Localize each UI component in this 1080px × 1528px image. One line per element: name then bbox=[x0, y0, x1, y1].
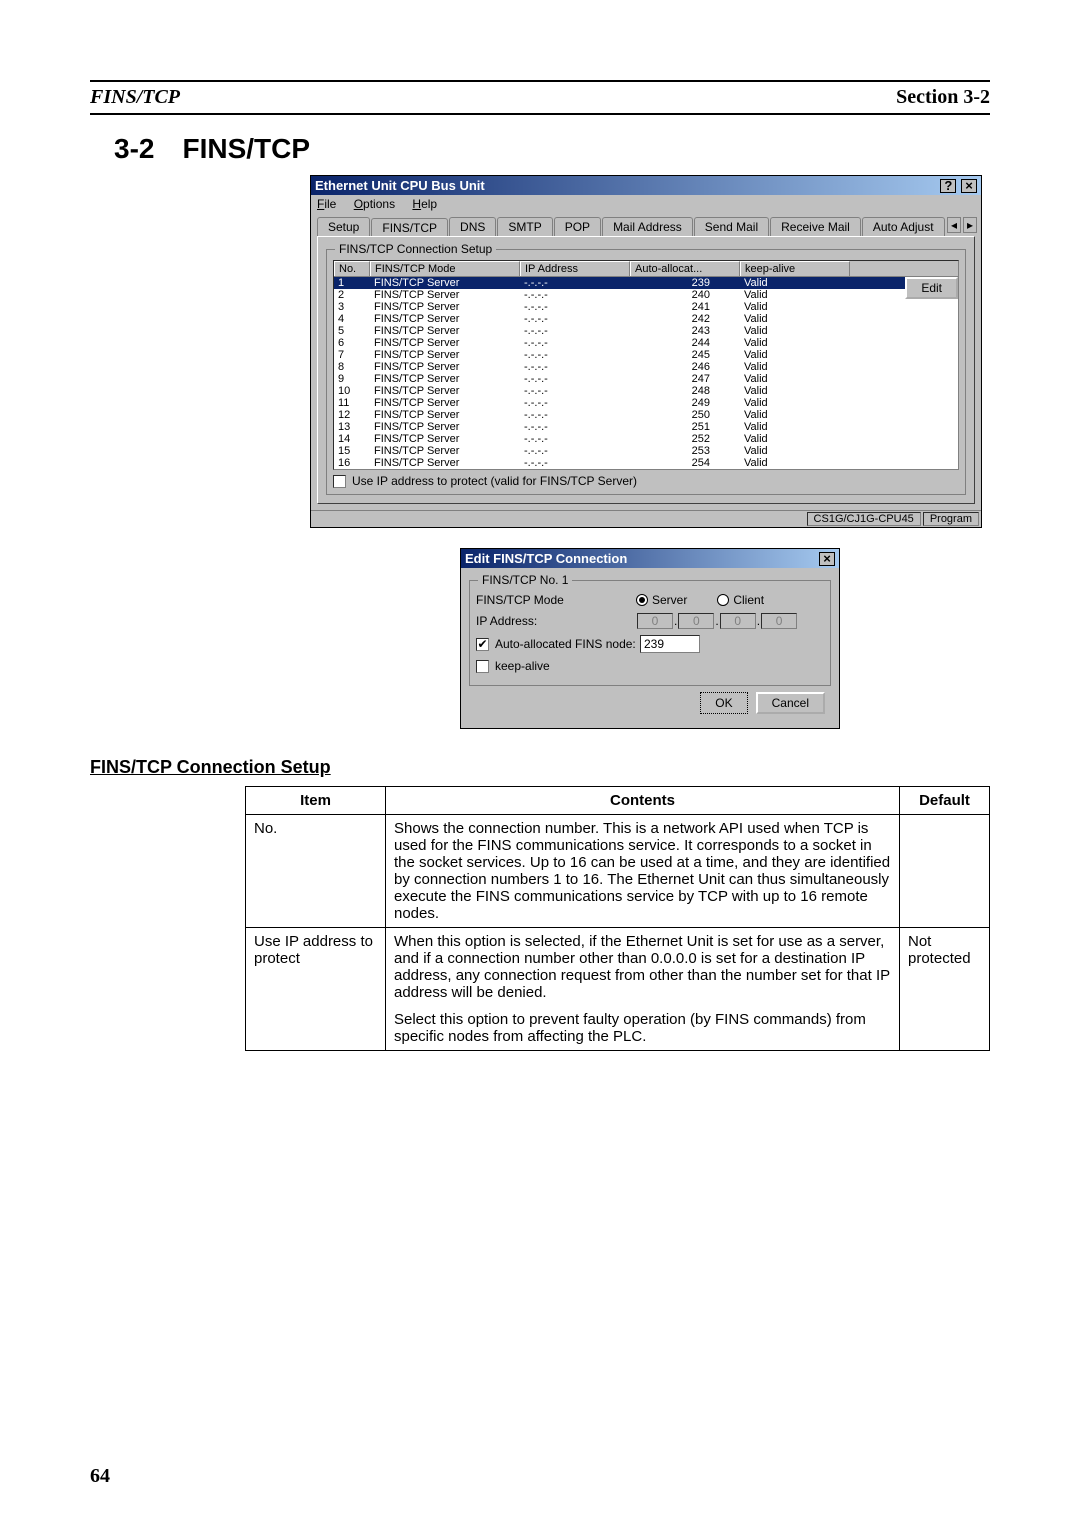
table-row[interactable]: 16FINS/TCP Server-.-.-.-254Valid bbox=[334, 457, 958, 469]
connection-list[interactable]: No. FINS/TCP Mode IP Address Auto-alloca… bbox=[333, 260, 959, 470]
status-mode: Program bbox=[923, 512, 979, 526]
cell-default: Not protected bbox=[900, 928, 990, 1051]
ip-label: IP Address: bbox=[476, 614, 636, 628]
table-row[interactable]: 7FINS/TCP Server-.-.-.-245Valid bbox=[334, 349, 958, 361]
table-row[interactable]: 10FINS/TCP Server-.-.-.-248Valid bbox=[334, 385, 958, 397]
table-row[interactable]: 6FINS/TCP Server-.-.-.-244Valid bbox=[334, 337, 958, 349]
table-row[interactable]: 2FINS/TCP Server-.-.-.-240Valid bbox=[334, 289, 958, 301]
header-rule-top bbox=[90, 80, 990, 82]
table-row[interactable]: 5FINS/TCP Server-.-.-.-243Valid bbox=[334, 325, 958, 337]
tab-send-mail[interactable]: Send Mail bbox=[694, 217, 769, 236]
auto-alloc-label: Auto-allocated FINS node: bbox=[495, 637, 640, 651]
th-item: Item bbox=[246, 787, 386, 815]
ethernet-unit-dialog: Ethernet Unit CPU Bus Unit ? × File Opti… bbox=[310, 175, 982, 528]
protect-checkbox-row[interactable]: Use IP address to protect (valid for FIN… bbox=[333, 474, 959, 488]
help-icon[interactable]: ? bbox=[940, 179, 956, 193]
auto-alloc-input[interactable] bbox=[640, 635, 700, 653]
edit-connection-dialog: Edit FINS/TCP Connection × FINS/TCP No. … bbox=[460, 548, 840, 729]
ip-seg-1[interactable]: 0 bbox=[637, 613, 673, 629]
table-row[interactable]: 12FINS/TCP Server-.-.-.-250Valid bbox=[334, 409, 958, 421]
client-label: Client bbox=[733, 593, 764, 607]
titlebar-buttons: ? × bbox=[939, 178, 977, 193]
ip-seg-3[interactable]: 0 bbox=[720, 613, 756, 629]
tab-pop[interactable]: POP bbox=[554, 217, 601, 236]
subsection-title: FINS/TCP Connection Setup bbox=[90, 757, 990, 778]
status-cpu: CS1G/CJ1G-CPU45 bbox=[807, 512, 921, 526]
close-icon[interactable]: × bbox=[819, 552, 835, 566]
server-label: Server bbox=[652, 593, 687, 607]
protect-label: Use IP address to protect (valid for FIN… bbox=[352, 474, 637, 488]
cell-default bbox=[900, 815, 990, 928]
header-right: Section 3-2 bbox=[896, 86, 990, 109]
table-row[interactable]: 8FINS/TCP Server-.-.-.-246Valid bbox=[334, 361, 958, 373]
dialog-title: Ethernet Unit CPU Bus Unit bbox=[315, 178, 485, 193]
table-row[interactable]: 15FINS/TCP Server-.-.-.-253Valid bbox=[334, 445, 958, 457]
server-radio[interactable] bbox=[636, 594, 648, 606]
col-no[interactable]: No. bbox=[334, 261, 370, 276]
tab-strip: Setup FINS/TCP DNS SMTP POP Mail Address… bbox=[311, 213, 981, 236]
menu-options[interactable]: Options bbox=[354, 197, 395, 211]
edit-dialog-titlebar[interactable]: Edit FINS/TCP Connection × bbox=[461, 549, 839, 568]
ip-seg-4[interactable]: 0 bbox=[761, 613, 797, 629]
tab-scroll-right-icon[interactable]: ▸ bbox=[963, 217, 977, 233]
table-row[interactable]: 1FINS/TCP Server-.-.-.-239Valid bbox=[334, 277, 958, 289]
page-header: FINS/TCP Section 3-2 bbox=[90, 84, 990, 115]
cell-contents-p2: Select this option to prevent faulty ope… bbox=[394, 1011, 891, 1045]
connection-setup-group: FINS/TCP Connection Setup No. FINS/TCP M… bbox=[326, 249, 966, 495]
tab-smtp[interactable]: SMTP bbox=[497, 217, 552, 236]
cancel-button[interactable]: Cancel bbox=[756, 692, 825, 714]
table-row[interactable]: 9FINS/TCP Server-.-.-.-247Valid bbox=[334, 373, 958, 385]
menu-bar: File Options Help bbox=[311, 195, 981, 213]
col-auto[interactable]: Auto-allocat... bbox=[630, 261, 740, 276]
edit-dialog-title: Edit FINS/TCP Connection bbox=[465, 551, 627, 566]
cell-item: Use IP address to protect bbox=[246, 928, 386, 1051]
status-bar: CS1G/CJ1G-CPU45 Program bbox=[311, 510, 981, 527]
th-contents: Contents bbox=[386, 787, 900, 815]
mode-label: FINS/TCP Mode bbox=[476, 593, 636, 607]
table-row[interactable]: 3FINS/TCP Server-.-.-.-241Valid bbox=[334, 301, 958, 313]
menu-file[interactable]: File bbox=[317, 197, 336, 211]
table-row[interactable]: 4FINS/TCP Server-.-.-.-242Valid bbox=[334, 313, 958, 325]
close-icon[interactable]: × bbox=[961, 179, 977, 193]
tab-mail-address[interactable]: Mail Address bbox=[602, 217, 693, 236]
col-keep[interactable]: keep-alive bbox=[740, 261, 850, 276]
col-mode[interactable]: FINS/TCP Mode bbox=[370, 261, 520, 276]
edit-group-legend: FINS/TCP No. 1 bbox=[478, 573, 572, 587]
edit-button[interactable]: Edit bbox=[905, 277, 958, 299]
ok-button[interactable]: OK bbox=[700, 692, 747, 714]
dialog-titlebar[interactable]: Ethernet Unit CPU Bus Unit ? × bbox=[311, 176, 981, 195]
section-heading: 3-2 FINS/TCP bbox=[114, 133, 990, 165]
auto-alloc-checkbox[interactable]: ✔ bbox=[476, 638, 489, 651]
ip-seg-2[interactable]: 0 bbox=[678, 613, 714, 629]
description-table: Item Contents Default No. Shows the conn… bbox=[245, 786, 990, 1051]
menu-help[interactable]: Help bbox=[412, 197, 437, 211]
protect-checkbox[interactable] bbox=[333, 475, 346, 488]
table-row[interactable]: 13FINS/TCP Server-.-.-.-251Valid bbox=[334, 421, 958, 433]
edit-group: FINS/TCP No. 1 FINS/TCP Mode Server Clie… bbox=[469, 580, 831, 686]
tab-fins-tcp[interactable]: FINS/TCP bbox=[371, 218, 448, 237]
header-left: FINS/TCP bbox=[90, 86, 180, 109]
tab-dns[interactable]: DNS bbox=[449, 217, 496, 236]
tab-panel: FINS/TCP Connection Setup No. FINS/TCP M… bbox=[317, 236, 975, 504]
cell-contents: When this option is selected, if the Eth… bbox=[386, 928, 900, 1051]
list-header: No. FINS/TCP Mode IP Address Auto-alloca… bbox=[334, 261, 958, 277]
client-radio[interactable] bbox=[717, 594, 729, 606]
keep-alive-checkbox[interactable] bbox=[476, 660, 489, 673]
tab-receive-mail[interactable]: Receive Mail bbox=[770, 217, 861, 236]
table-row: No. Shows the connection number. This is… bbox=[246, 815, 990, 928]
tab-auto-adjust[interactable]: Auto Adjust bbox=[862, 217, 945, 236]
tab-scroll-left-icon[interactable]: ◂ bbox=[947, 217, 961, 233]
page-number: 64 bbox=[90, 1465, 110, 1488]
col-ip[interactable]: IP Address bbox=[520, 261, 630, 276]
cell-contents: Shows the connection number. This is a n… bbox=[386, 815, 900, 928]
cell-contents-p1: When this option is selected, if the Eth… bbox=[394, 933, 891, 1001]
keep-alive-label: keep-alive bbox=[495, 659, 550, 673]
tab-setup[interactable]: Setup bbox=[317, 217, 370, 236]
th-default: Default bbox=[900, 787, 990, 815]
table-row[interactable]: 14FINS/TCP Server-.-.-.-252Valid bbox=[334, 433, 958, 445]
cell-item: No. bbox=[246, 815, 386, 928]
table-row[interactable]: 11FINS/TCP Server-.-.-.-249Valid bbox=[334, 397, 958, 409]
group-legend: FINS/TCP Connection Setup bbox=[335, 242, 496, 256]
table-row: Use IP address to protect When this opti… bbox=[246, 928, 990, 1051]
